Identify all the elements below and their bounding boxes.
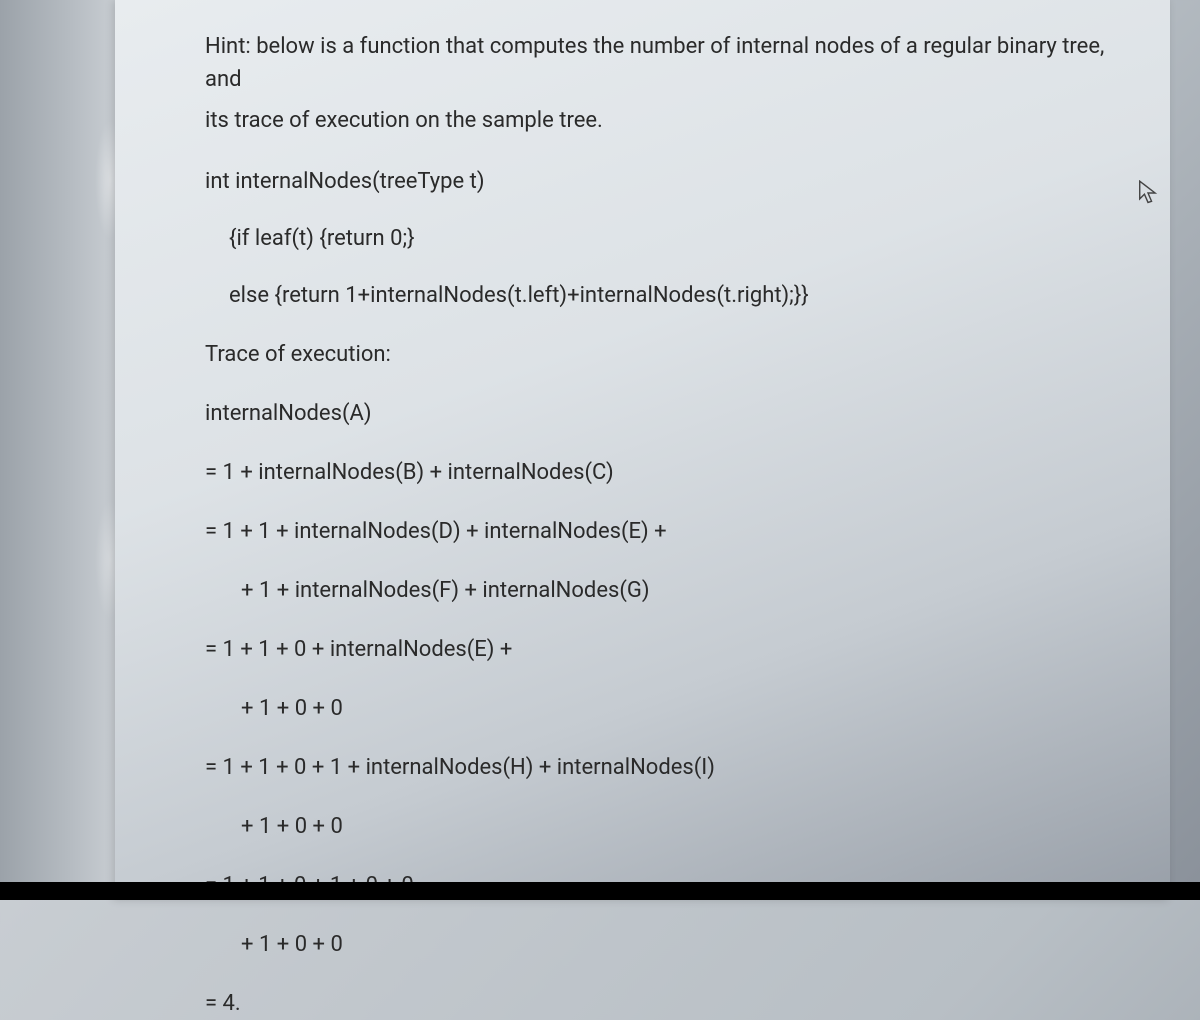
notebook-binding-edge [0, 0, 115, 900]
document-content: Hint: below is a function that computes … [205, 30, 1120, 1020]
hint-paragraph-line2: its trace of execution on the sample tre… [205, 104, 1120, 137]
hint-label: Hint: [205, 34, 251, 59]
mouse-cursor-icon [1138, 180, 1158, 206]
trace-step-3b: + 1 + 0 + 0 [205, 692, 1120, 725]
trace-step-4a: = 1 + 1 + 0 + 1 + internalNodes(H) + int… [205, 751, 1120, 784]
trace-initial-call: internalNodes(A) [205, 397, 1120, 430]
code-else-clause: else {return 1+internalNodes(t.left)+int… [205, 279, 1120, 312]
document-page: Hint: below is a function that computes … [115, 0, 1170, 900]
trace-step-3a: = 1 + 1 + 0 + internalNodes(E) + [205, 633, 1120, 666]
code-function-signature: int internalNodes(treeType t) [205, 165, 1120, 198]
hint-text-1: below is a function that computes the nu… [205, 34, 1104, 92]
trace-header: Trace of execution: [205, 338, 1120, 371]
trace-result: = 4. [205, 987, 1120, 1020]
trace-step-4b: + 1 + 0 + 0 [205, 810, 1120, 843]
screen-bottom-border [0, 882, 1200, 900]
trace-step-2a: = 1 + 1 + internalNodes(D) + internalNod… [205, 515, 1120, 548]
trace-step-5b: + 1 + 0 + 0 [205, 928, 1120, 961]
trace-step-2b: + 1 + internalNodes(F) + internalNodes(G… [205, 574, 1120, 607]
hint-paragraph-line1: Hint: below is a function that computes … [205, 30, 1120, 96]
code-if-clause: {if leaf(t) {return 0;} [205, 222, 1120, 255]
trace-step-1: = 1 + internalNodes(B) + internalNodes(C… [205, 456, 1120, 489]
